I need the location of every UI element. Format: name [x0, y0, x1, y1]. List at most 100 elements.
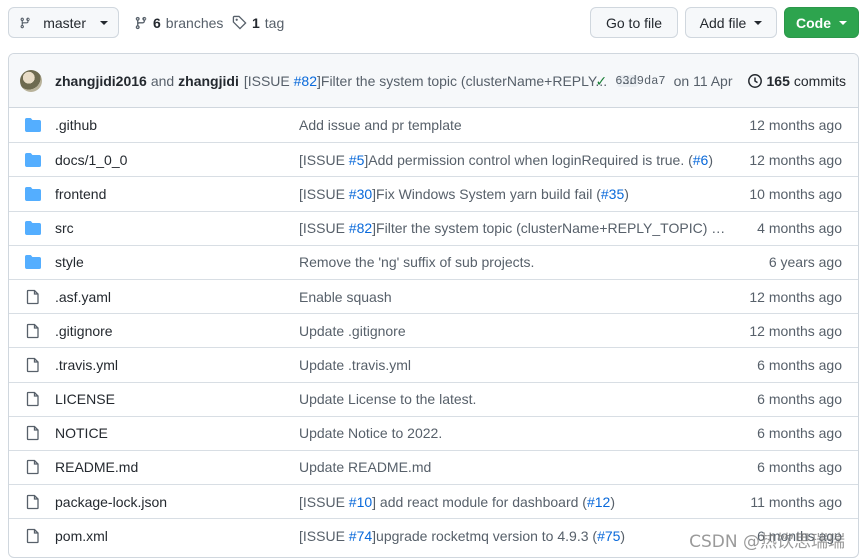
- branches-link[interactable]: 6 branches: [134, 7, 223, 38]
- file-name-link[interactable]: NOTICE: [55, 425, 108, 441]
- file-name-link[interactable]: pom.xml: [55, 528, 108, 544]
- commit-message[interactable]: [ISSUE #82]Filter the system topic (clus…: [244, 73, 607, 89]
- file-commit-message[interactable]: [ISSUE #82]Filter the system topic (clus…: [299, 220, 735, 236]
- file-icon: [25, 494, 41, 510]
- file-commit-message[interactable]: Add issue and pr template: [299, 117, 735, 133]
- file-commit-message[interactable]: [ISSUE #5]Add permission control when lo…: [299, 152, 735, 168]
- code-button[interactable]: Code: [784, 7, 859, 38]
- file-name-link[interactable]: .gitignore: [55, 323, 113, 339]
- history-icon: [747, 74, 762, 88]
- file-row[interactable]: frontend [ISSUE #30]Fix Windows System ya…: [9, 176, 858, 210]
- file-name-link[interactable]: docs/1_0_0: [55, 152, 127, 168]
- file-commit-message[interactable]: Remove the 'ng' suffix of sub projects.: [299, 254, 735, 270]
- issue-link[interactable]: #75: [597, 528, 620, 544]
- commit-sha-link[interactable]: 63d9da7: [615, 74, 665, 88]
- file-icon: [25, 391, 41, 407]
- file-age: 4 months ago: [757, 220, 842, 237]
- file-commit-message[interactable]: Update .gitignore: [299, 323, 735, 339]
- branch-select-button[interactable]: master: [8, 7, 119, 38]
- file-commit-message[interactable]: Update Notice to 2022.: [299, 425, 735, 441]
- commit-message-text: ): [610, 493, 615, 510]
- issue-link[interactable]: #82: [349, 220, 372, 236]
- file-commit-message[interactable]: [ISSUE #74]upgrade rocketmq version to 4…: [299, 528, 735, 544]
- add-file-button[interactable]: Add file: [685, 7, 777, 38]
- commit-author-link[interactable]: zhangjidi2016: [55, 73, 147, 89]
- file-commit-message[interactable]: Update README.md: [299, 459, 735, 475]
- commits-label: commits: [793, 73, 846, 89]
- file-name-link[interactable]: .travis.yml: [55, 357, 118, 373]
- chevron-down-icon: [100, 20, 108, 25]
- file-name-link[interactable]: frontend: [55, 186, 106, 202]
- file-row[interactable]: package-lock.json [ISSUE #10] add react m…: [9, 484, 858, 518]
- file-age: 12 months ago: [749, 151, 842, 168]
- tags-link[interactable]: 1 tag: [232, 7, 284, 38]
- commit-meta: ✓ 63d9da7 on 11 Apr 165 commits: [595, 54, 846, 108]
- go-to-file-button[interactable]: Go to file: [590, 7, 678, 38]
- folder-icon: [25, 152, 41, 168]
- commit-message-text: [ISSUE: [299, 220, 349, 237]
- file-age: 6 years ago: [768, 254, 842, 271]
- file-row[interactable]: docs/1_0_0 [ISSUE #5]Add permission contr…: [9, 142, 858, 176]
- file-icon: [25, 289, 41, 305]
- issue-link[interactable]: #10: [349, 494, 372, 510]
- file-name-link[interactable]: .asf.yaml: [55, 289, 111, 305]
- file-name-link[interactable]: style: [55, 254, 84, 270]
- file-row[interactable]: pom.xml [ISSUE #74]upgrade rocketmq versi…: [9, 518, 858, 552]
- file-commit-message[interactable]: Update .travis.yml: [299, 357, 735, 373]
- file-name-link[interactable]: package-lock.json: [55, 494, 167, 510]
- issue-link[interactable]: #6: [693, 152, 709, 168]
- file-name-link[interactable]: src: [55, 220, 74, 236]
- file-icon: [25, 323, 41, 339]
- commit-message-text: ]Add permission control when loginRequir…: [364, 151, 693, 168]
- commit-issue-link[interactable]: #82: [294, 73, 317, 89]
- file-icon: [25, 528, 41, 544]
- file-age: 6 months ago: [757, 391, 842, 408]
- file-name-link[interactable]: .github: [55, 117, 97, 133]
- folder-icon: [25, 186, 41, 202]
- avatar[interactable]: [20, 70, 42, 92]
- file-age: 6 months ago: [757, 459, 842, 476]
- chevron-down-icon: [754, 20, 763, 25]
- file-list: .github Add issue and pr template 12 month…: [9, 108, 858, 552]
- repo-toolbar: master 6 branches 1 tag Go to file Add f…: [8, 7, 859, 39]
- commit-message-text: Update Notice to 2022.: [299, 425, 443, 442]
- commit-date: on 11 Apr: [673, 73, 733, 89]
- file-row[interactable]: .gitignore Update .gitignore 12 months ago: [9, 313, 858, 347]
- file-row[interactable]: .asf.yaml Enable squash 12 months ago: [9, 278, 858, 313]
- issue-link[interactable]: #5: [349, 152, 365, 168]
- check-icon[interactable]: ✓: [595, 73, 607, 90]
- file-row[interactable]: style Remove the 'ng' suffix of sub proje…: [9, 244, 858, 279]
- file-commit-message[interactable]: Enable squash: [299, 289, 735, 305]
- file-row[interactable]: NOTICE Update Notice to 2022. 6 months ago: [9, 415, 858, 450]
- git-branch-icon: [135, 16, 147, 29]
- chevron-down-icon: [839, 20, 847, 25]
- file-row[interactable]: README.md Update README.md 6 months ago: [9, 449, 858, 484]
- file-row[interactable]: src [ISSUE #82]Filter the system topic (c…: [9, 210, 858, 245]
- file-row[interactable]: .github Add issue and pr template 12 month…: [9, 108, 858, 142]
- commits-history-link[interactable]: 165 commits: [747, 73, 846, 89]
- tag-icon: [232, 15, 247, 30]
- file-name-link[interactable]: LICENSE: [55, 391, 115, 407]
- file-row[interactable]: .travis.yml Update .travis.yml 6 months ag…: [9, 347, 858, 381]
- commit-message-text: Update .travis.yml: [299, 356, 412, 373]
- file-commit-message[interactable]: [ISSUE #30]Fix Windows System yarn build…: [299, 186, 735, 202]
- file-age: 6 months ago: [757, 527, 842, 544]
- file-name-link[interactable]: README.md: [55, 459, 138, 475]
- commit-coauthor-link[interactable]: zhangjidi: [178, 73, 239, 89]
- commit-message-text: Update .gitignore: [299, 322, 406, 339]
- branches-label: branches: [165, 14, 224, 31]
- issue-link[interactable]: #30: [349, 186, 372, 202]
- branches-count: 6: [153, 14, 161, 31]
- file-commit-message[interactable]: Update License to the latest.: [299, 391, 735, 407]
- commit-message-text: Remove the 'ng' suffix of sub projects.: [299, 254, 535, 271]
- file-icon: [25, 459, 41, 475]
- folder-icon: [25, 117, 41, 133]
- file-row[interactable]: LICENSE Update License to the latest. 6 mo…: [9, 381, 858, 416]
- issue-link[interactable]: #35: [601, 186, 624, 202]
- issue-link[interactable]: #12: [587, 494, 610, 510]
- file-commit-message[interactable]: [ISSUE #10] add react module for dashboa…: [299, 494, 735, 510]
- commit-message-prefix: [ISSUE: [243, 73, 294, 89]
- file-icon: [25, 357, 41, 373]
- commit-message-text: [ISSUE: [299, 493, 349, 510]
- issue-link[interactable]: #74: [349, 528, 372, 544]
